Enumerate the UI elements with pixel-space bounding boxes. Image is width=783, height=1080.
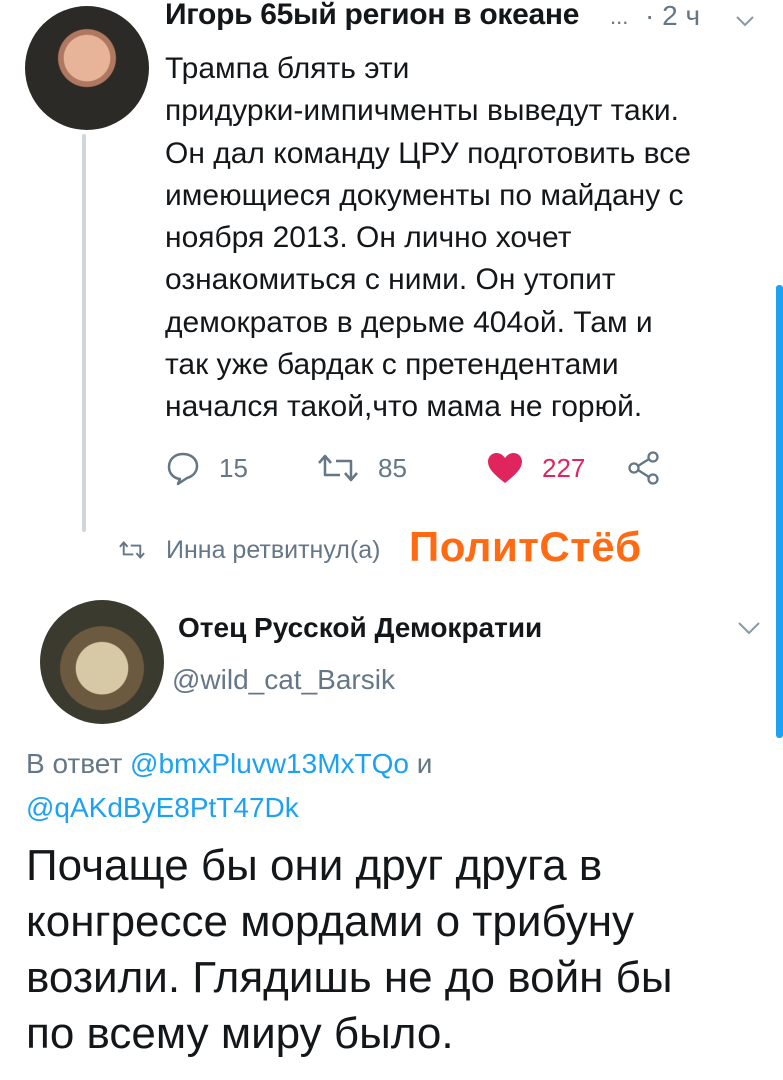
- retweet-icon: [318, 454, 358, 482]
- chevron-down-icon[interactable]: [735, 14, 755, 28]
- retweet-count: 85: [378, 452, 407, 483]
- tweet-text-line: Почаще бы они друг друга в: [26, 841, 603, 890]
- heart-icon: [488, 453, 522, 483]
- mention-link[interactable]: @bmxPluvw13MxTQo: [130, 748, 409, 779]
- reply-prefix: В ответ: [26, 748, 123, 779]
- share-button[interactable]: [627, 448, 661, 488]
- watermark-logo: ПолитСтёб: [409, 523, 642, 570]
- tweet-text-line: возили. Глядишь не до войн бы: [26, 953, 673, 1002]
- reply-button[interactable]: 15: [165, 448, 248, 488]
- tweet-text-line: ознакомиться с ними. Он утопит: [165, 263, 616, 297]
- like-button[interactable]: 227: [486, 448, 585, 488]
- retweet-button[interactable]: 85: [316, 448, 407, 488]
- reply-count: 15: [219, 452, 248, 483]
- tweet-text-line: ноября 2013. Он лично хочет: [165, 221, 572, 255]
- reply-joiner: и: [416, 748, 433, 779]
- tweet-text-line: начался такой,что мама не горюй.: [165, 390, 643, 424]
- chevron-down-icon[interactable]: [737, 620, 761, 636]
- tweet-text: Почаще бы они друг друга в конгрессе мор…: [26, 838, 776, 1062]
- author-name[interactable]: Отец Русской Демократии: [178, 612, 542, 644]
- tweet-text-line: придурки-импичменты выведут таки.: [165, 94, 679, 128]
- like-count: 227: [542, 452, 586, 483]
- author-name-ellipsis: ...: [610, 4, 629, 29]
- retweet-notice: Инна ретвитнул(а): [118, 528, 380, 572]
- tweet-text-line: так уже бардак с претендентами: [165, 348, 619, 382]
- retweet-notice-text[interactable]: Инна ретвитнул(а): [166, 536, 380, 565]
- reply-icon: [167, 452, 199, 486]
- tweet-text: Трампа блять эти придурки-импичменты выв…: [165, 48, 755, 429]
- avatar[interactable]: [40, 600, 164, 724]
- tweet-text-line: имеющиеся документы по майдану с: [165, 178, 684, 212]
- avatar[interactable]: [25, 6, 149, 130]
- retweet-icon: [119, 541, 145, 559]
- mention-link[interactable]: @qAKdByE8PtT47Dk: [26, 792, 299, 823]
- tweet-timestamp[interactable]: · 2 ч: [645, 0, 700, 32]
- scrollbar[interactable]: [776, 285, 783, 738]
- reply-context: В ответ @bmxPluvw13MxTQo и @qAKdByE8PtT4…: [26, 742, 766, 830]
- thread-connector: [82, 134, 86, 532]
- author-name[interactable]: Игорь 65ый регион в океане: [165, 0, 579, 32]
- share-icon: [628, 451, 659, 485]
- tweet-text-line: Трампа блять эти: [165, 52, 410, 85]
- author-handle[interactable]: @wild_cat_Barsik: [172, 664, 395, 696]
- tweet-text-line: конгрессе мордами о трибуну: [26, 897, 635, 946]
- tweet-text-line: демократов в дерьме 404ой. Там и: [165, 305, 653, 339]
- tweet-text-line: по всему миру было.: [26, 1009, 454, 1058]
- tweet-text-line: Он дал команду ЦРУ подготовить все: [165, 136, 691, 170]
